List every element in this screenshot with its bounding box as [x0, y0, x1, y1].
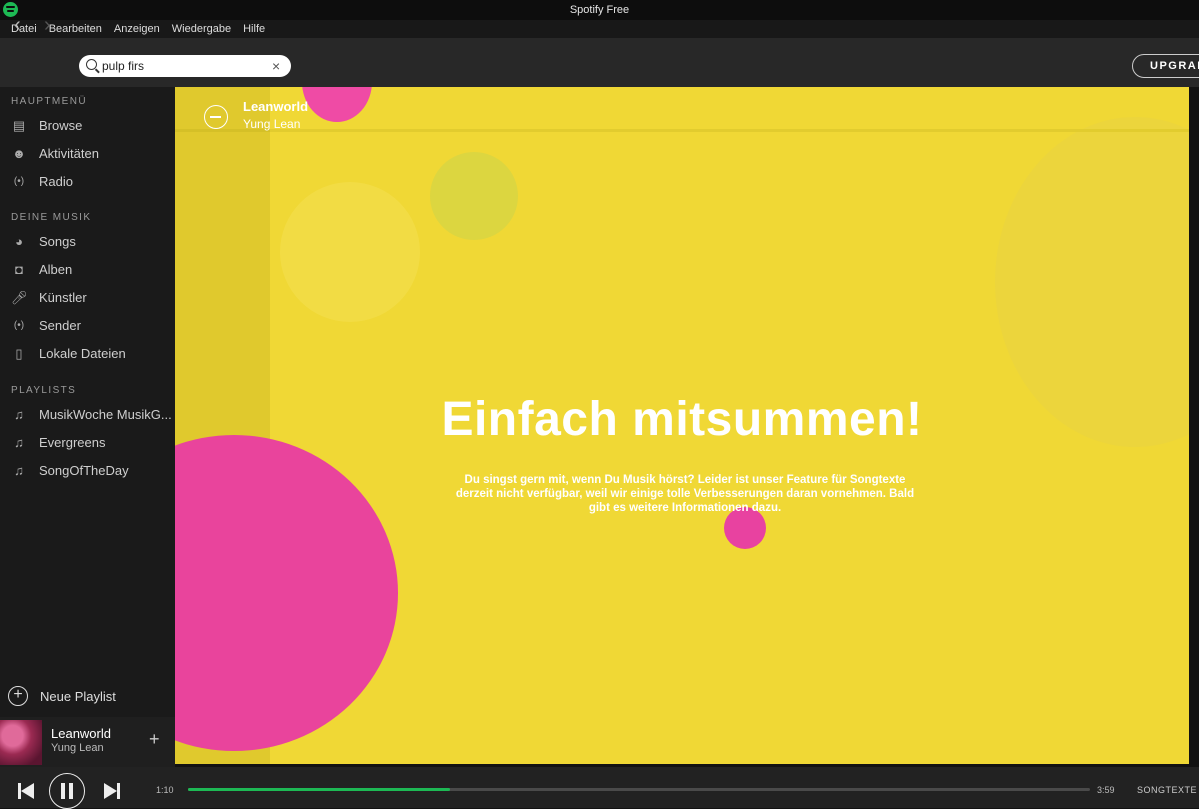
activity-icon: ☻ — [12, 146, 26, 161]
sidebar-item-label: Aktivitäten — [39, 146, 99, 161]
back-arrow-icon[interactable]: ‹ — [14, 15, 34, 36]
sidebar-item-local-files[interactable]: ▯ Lokale Dateien — [0, 342, 175, 368]
sidebar-item-playlist[interactable]: ♫ MusikWoche MusikG... — [0, 403, 175, 429]
lyrics-button[interactable]: SONGTEXTE — [1137, 785, 1197, 795]
clear-search-icon[interactable]: × — [272, 57, 280, 75]
previous-track-icon[interactable] — [18, 783, 35, 799]
sidebar-item-label: Künstler — [39, 290, 87, 305]
sidebar-item-label: Lokale Dateien — [39, 346, 126, 361]
menu-wiedergabe[interactable]: Wiedergabe — [172, 23, 231, 35]
sidebar-item-activities[interactable]: ☻ Aktivitäten — [0, 142, 175, 168]
next-track-icon[interactable] — [104, 783, 121, 799]
sidebar-item-radio[interactable]: (•) Radio — [0, 170, 175, 196]
local-files-icon: ▯ — [15, 346, 23, 361]
decorative-circle — [302, 87, 372, 122]
playlist-icon: ♫ — [14, 463, 24, 478]
plus-circle-icon: + — [8, 686, 28, 706]
sidebar-item-label: Songs — [39, 234, 76, 249]
sidebar-item-label: SongOfTheDay — [39, 463, 129, 478]
time-total: 3:59 — [1097, 785, 1115, 795]
decorative-circle — [175, 435, 398, 751]
lyrics-track-title: Leanworld — [243, 99, 309, 114]
sidebar: HAUPTMENÜ ▤ Browse ☻ Aktivitäten (•) Rad… — [0, 87, 175, 717]
lyrics-panel: Leanworld Yung Lean Einfach mitsummen! D… — [175, 87, 1189, 764]
sidebar-item-playlist[interactable]: ♫ Evergreens — [0, 431, 175, 457]
pause-icon[interactable] — [49, 773, 85, 809]
lyrics-track-artist: Yung Lean — [243, 117, 301, 131]
search-icon — [86, 59, 97, 70]
sidebar-item-label: Radio — [39, 174, 73, 189]
sidebar-item-label: MusikWoche MusikG... — [39, 407, 171, 422]
sidebar-item-label: Sender — [39, 318, 81, 333]
radio-icon: (•) — [13, 176, 25, 187]
sidebar-item-stations[interactable]: (•) Sender — [0, 314, 175, 340]
remove-circle-icon[interactable] — [204, 105, 228, 129]
station-icon: (•) — [13, 320, 25, 331]
browse-icon: ▤ — [12, 118, 26, 133]
menu-anzeigen[interactable]: Anzeigen — [114, 23, 160, 35]
search-input[interactable] — [102, 57, 267, 75]
sidebar-section-music: DEINE MUSIK — [11, 212, 92, 223]
add-to-library-icon[interactable]: + — [149, 730, 160, 748]
sidebar-item-artists[interactable]: 🎤︎ Künstler — [0, 286, 175, 312]
sidebar-item-songs[interactable]: ◕ Songs — [0, 230, 175, 256]
progress-fill — [188, 788, 450, 791]
new-playlist-button[interactable]: + Neue Playlist — [0, 683, 175, 711]
divider — [175, 129, 1189, 132]
sidebar-section-main: HAUPTMENÜ — [11, 96, 87, 107]
sidebar-item-label: Browse — [39, 118, 83, 133]
window-title: Spotify Free — [569, 4, 630, 16]
sidebar-item-label: Evergreens — [39, 435, 106, 450]
album-art[interactable] — [0, 720, 42, 765]
forward-arrow-icon[interactable]: › — [44, 15, 64, 36]
time-elapsed: 1:10 — [156, 785, 174, 795]
sidebar-section-playlists: PLAYLISTS — [11, 385, 77, 396]
upgrade-button[interactable]: UPGRADE — [1132, 54, 1199, 78]
background-shape — [430, 152, 518, 240]
artist-icon: 🎤︎ — [11, 290, 28, 305]
sidebar-item-playlist[interactable]: ♫ SongOfTheDay — [0, 459, 175, 485]
songs-icon: ◕ — [15, 234, 23, 249]
menu-hilfe[interactable]: Hilfe — [243, 23, 265, 35]
sidebar-item-browse[interactable]: ▤ Browse — [0, 114, 175, 140]
now-playing-title[interactable]: Leanworld — [51, 726, 111, 741]
album-icon: ◘ — [15, 262, 23, 277]
new-playlist-label: Neue Playlist — [40, 689, 116, 704]
now-playing-artist[interactable]: Yung Lean — [51, 742, 104, 754]
playlist-icon: ♫ — [14, 407, 24, 422]
menu-bar: Datei Bearbeiten Anzeigen Wiedergabe Hil… — [0, 20, 1199, 38]
lyrics-headline: Einfach mitsummen! — [441, 393, 923, 446]
sidebar-item-label: Alben — [39, 262, 73, 277]
lyrics-message: Du singst gern mit, wenn Du Musik hörst?… — [455, 474, 915, 514]
playlist-icon: ♫ — [14, 435, 24, 450]
background-shape — [280, 182, 420, 322]
sidebar-item-albums[interactable]: ◘ Alben — [0, 258, 175, 284]
